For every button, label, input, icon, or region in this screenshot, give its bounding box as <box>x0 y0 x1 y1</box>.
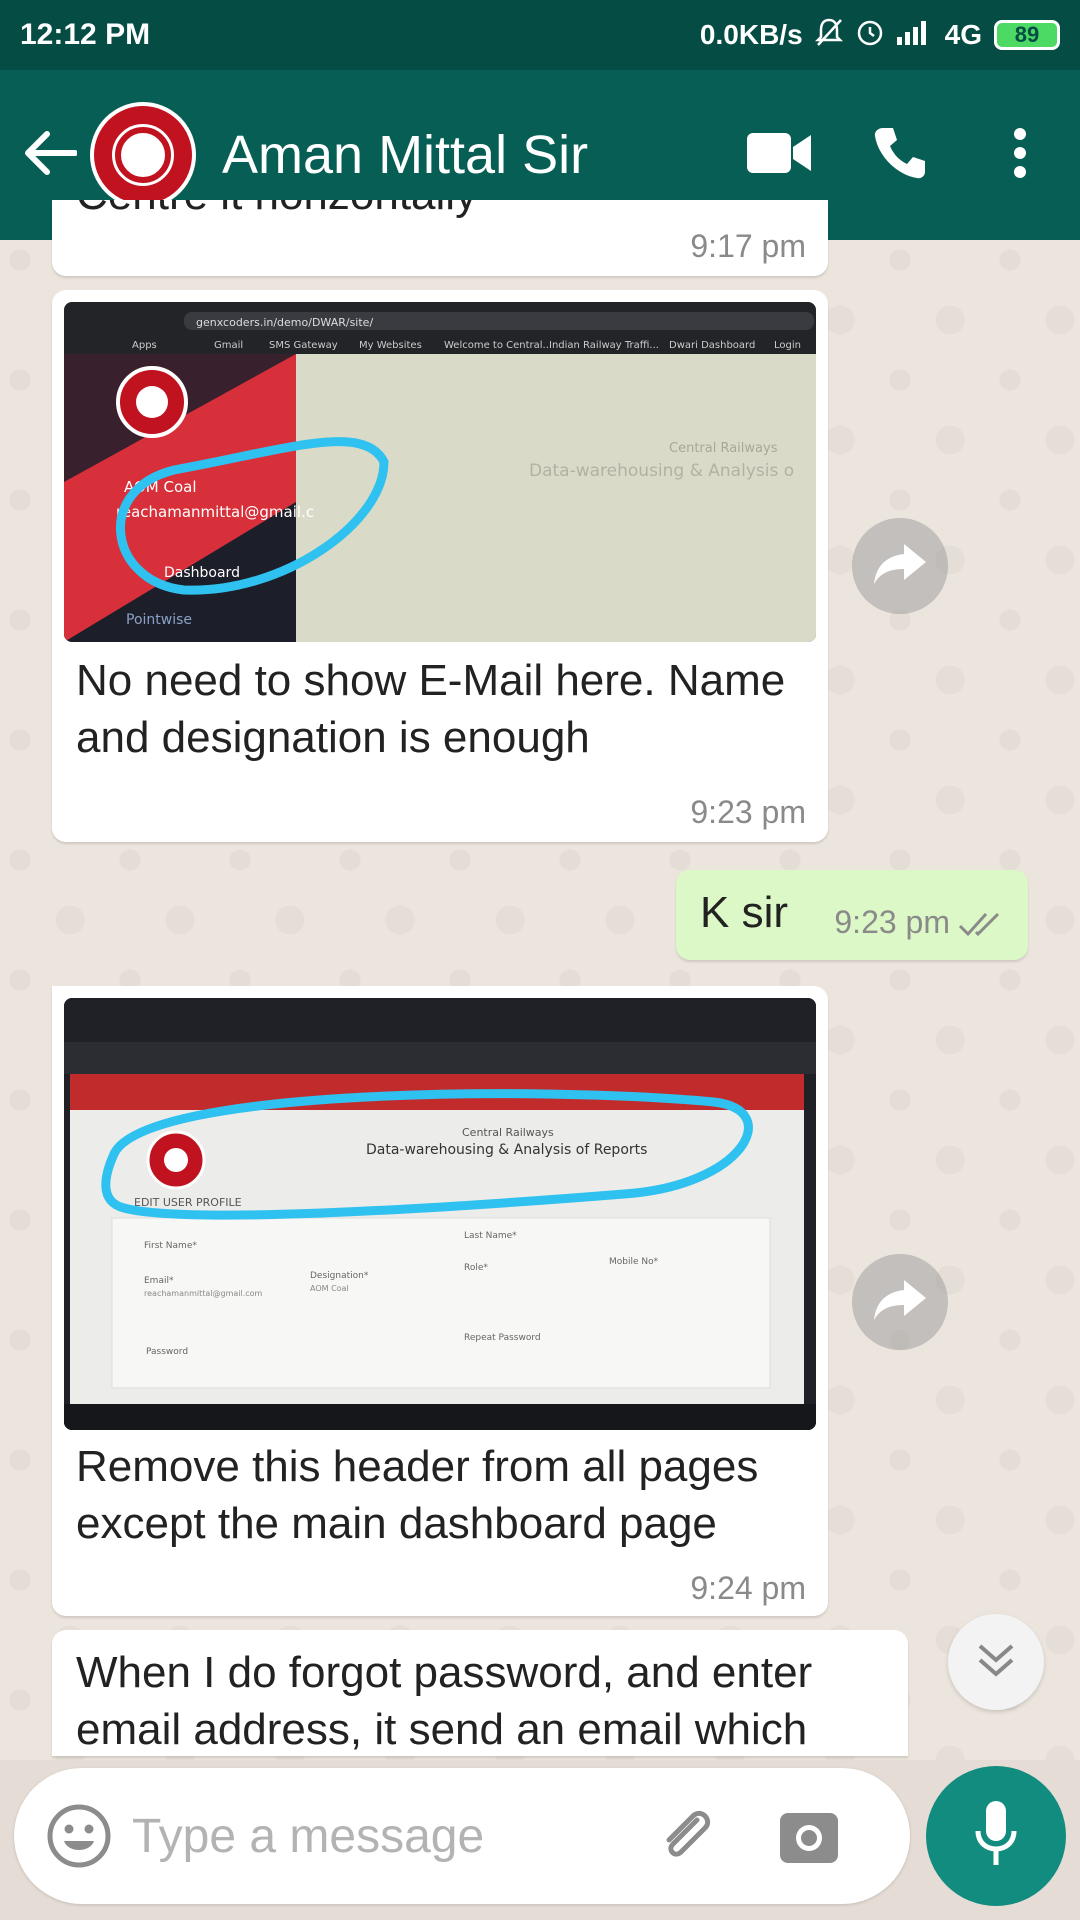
message-composer: Type a message <box>14 1768 910 1904</box>
forward-button[interactable] <box>852 518 948 614</box>
message-incoming[interactable]: Centre it horizontally 9:17 pm <box>52 200 828 276</box>
network-speed: 0.0KB/s <box>699 19 803 50</box>
double-chevron-down-icon <box>976 1642 1016 1682</box>
photo-field-last-name: Last Name* <box>464 1231 517 1241</box>
photo-designation-value: AOM Coal <box>310 1284 349 1293</box>
message-text: Centre it horizontally <box>76 200 477 223</box>
more-vert-icon <box>1013 128 1027 182</box>
mic-icon <box>974 1799 1018 1873</box>
attach-icon[interactable] <box>652 1801 722 1871</box>
photo-field-first-name: First Name* <box>144 1241 197 1251</box>
mute-bell-icon <box>814 17 843 54</box>
emoji-icon[interactable] <box>46 1803 112 1869</box>
forward-icon <box>872 542 928 590</box>
signal-icon <box>896 19 933 52</box>
photo-field-email: Email* <box>144 1276 174 1286</box>
message-incoming-image[interactable]: genxcoders.in/demo/DWAR/site/ Apps Gmail… <box>52 290 828 842</box>
message-text: When I do forgot password, and enter ema… <box>76 1648 813 1754</box>
message-text: Remove this header from all pages except… <box>76 1442 759 1548</box>
message-time: 9:17 pm <box>690 228 806 264</box>
message-text: No need to show E-Mail here. Name and de… <box>76 656 786 762</box>
photo-bookmark-sms: SMS Gateway <box>269 340 338 351</box>
back-arrow-icon <box>23 130 78 180</box>
photo-bookmark-traffic: Indian Railway Traffi... <box>549 340 659 351</box>
message-time: 9:23 pm <box>834 904 950 940</box>
message-time: 9:24 pm <box>690 1570 806 1606</box>
voice-record-button[interactable] <box>926 1766 1066 1906</box>
more-options-button[interactable] <box>960 95 1080 215</box>
message-incoming[interactable]: When I do forgot password, and enter ema… <box>52 1630 908 1756</box>
photo-small-title: Central Railways <box>462 1126 554 1139</box>
read-receipt-icon <box>958 910 1008 944</box>
camera-icon[interactable] <box>774 1801 844 1871</box>
photo-field-password: Password <box>146 1347 188 1357</box>
photo-bookmark-login: Login <box>774 340 801 351</box>
forward-button[interactable] <box>852 1254 948 1350</box>
message-time: 9:23 pm <box>690 794 806 830</box>
photo-field-repeat-password: Repeat Password <box>464 1333 541 1343</box>
contact-name[interactable]: Aman Mittal Sir <box>222 124 588 186</box>
message-input[interactable]: Type a message <box>132 1809 652 1864</box>
photo-bookmark-dashboard: Dwari Dashboard <box>669 340 755 351</box>
photo-menu-dashboard: Dashboard <box>164 565 240 581</box>
video-call-button[interactable] <box>720 95 840 215</box>
scroll-to-bottom-button[interactable] <box>948 1614 1044 1710</box>
photo-field-designation: Designation* <box>310 1271 369 1281</box>
photo-field-role: Role* <box>464 1263 488 1273</box>
photo-bookmark-gmail: Gmail <box>214 340 243 351</box>
photo-email-value: reachamanmittal@gmail.com <box>144 1289 263 1298</box>
message-incoming-image[interactable]: Central Railways Data-warehousing & Anal… <box>52 986 828 1616</box>
photo-section: EDIT USER PROFILE <box>134 1196 242 1209</box>
message-outgoing[interactable]: K sir 9:23 pm <box>676 870 1028 960</box>
photo-bookmark-apps: Apps <box>132 340 157 351</box>
status-bar: 12:12 PM 0.0KB/s 4G 89 <box>0 0 1080 70</box>
forward-icon <box>872 1278 928 1326</box>
phone-icon <box>871 124 929 186</box>
message-text: K sir <box>700 888 788 937</box>
avatar[interactable] <box>90 102 196 208</box>
alarm-icon <box>855 17 885 54</box>
network-type: 4G <box>944 19 982 50</box>
message-photo[interactable]: Central Railways Data-warehousing & Anal… <box>64 998 816 1430</box>
photo-bookmark-websites: My Websites <box>359 340 422 351</box>
photo-bookmark-central: Welcome to Central... <box>444 340 552 351</box>
photo-user-email: reachamanmittal@gmail.c <box>116 503 314 521</box>
message-photo[interactable]: genxcoders.in/demo/DWAR/site/ Apps Gmail… <box>64 302 816 642</box>
status-time: 12:12 PM <box>20 18 151 51</box>
voice-call-button[interactable] <box>840 95 960 215</box>
photo-watermark-subtitle: Data-warehousing & Analysis o <box>529 461 794 481</box>
back-button[interactable] <box>10 105 90 205</box>
video-call-icon <box>747 131 813 179</box>
photo-field-mobile: Mobile No* <box>609 1257 659 1267</box>
photo-title: Data-warehousing & Analysis of Reports <box>366 1142 647 1158</box>
battery-icon: 89 <box>994 20 1060 50</box>
photo-menu-pointwise: Pointwise <box>126 612 192 628</box>
photo-watermark-title: Central Railways <box>669 441 778 456</box>
photo-url: genxcoders.in/demo/DWAR/site/ <box>196 316 373 329</box>
